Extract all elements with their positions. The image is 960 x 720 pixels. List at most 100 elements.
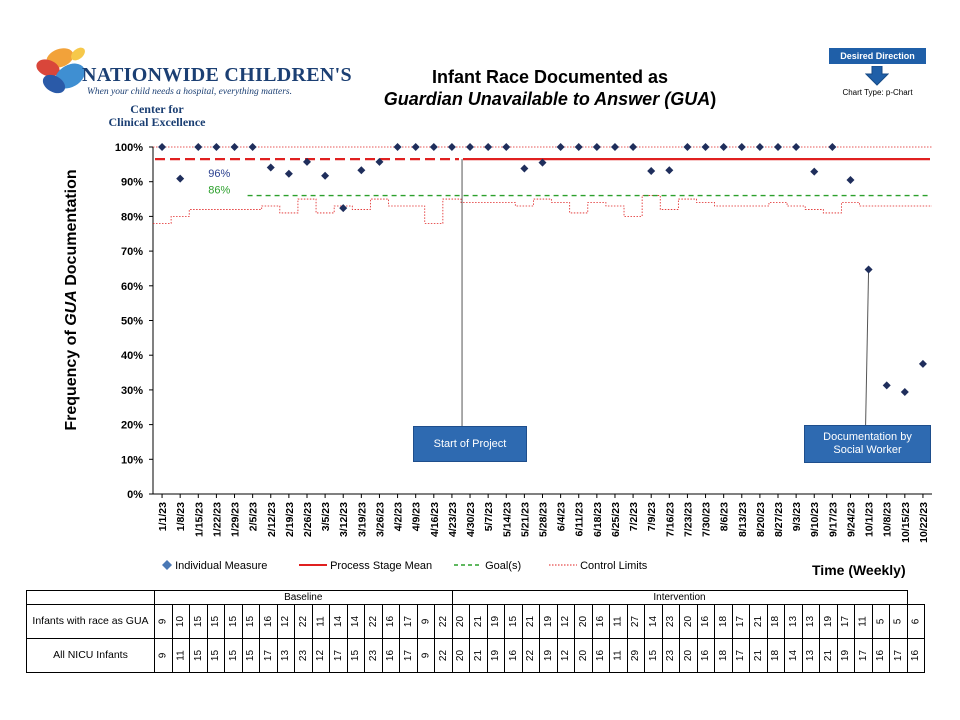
x-tick-label: 2/26/23 xyxy=(302,502,314,537)
x-tick-label: 8/13/23 xyxy=(737,502,749,537)
y-tick-label: 80% xyxy=(121,211,143,223)
numerator-cell-value: 14 xyxy=(350,615,362,628)
dotted-line-icon xyxy=(549,564,577,566)
denominator-cell-value: 23 xyxy=(665,649,677,662)
numerator-cell: 18 xyxy=(714,604,733,639)
denominator-row-label: All NICU Infants xyxy=(26,638,155,673)
denominator-cell-value: 21 xyxy=(472,649,484,662)
denominator-cell-value: 13 xyxy=(805,649,817,662)
denominator-cell-value: 22 xyxy=(525,649,537,662)
numerator-cell: 15 xyxy=(224,604,243,639)
x-tick-label: 9/24/23 xyxy=(845,502,857,537)
x-tick-label: 6/25/23 xyxy=(610,502,622,537)
numerator-cell: 19 xyxy=(486,604,505,639)
individual-measure-point xyxy=(321,171,330,180)
y-tick-label: 60% xyxy=(121,281,143,293)
denominator-cell-value: 15 xyxy=(350,649,362,662)
denominator-cell-value: 15 xyxy=(210,649,222,662)
legend-goal-label: Goal(s) xyxy=(485,560,522,572)
numerator-cell: 17 xyxy=(836,604,855,639)
numerator-cell-value: 15 xyxy=(227,615,239,628)
y-tick-label: 20% xyxy=(121,420,143,432)
x-tick-label: 7/30/23 xyxy=(701,502,713,537)
goal-label: 86% xyxy=(208,185,230,197)
individual-measure-point xyxy=(683,143,692,151)
denominator-cell: 18 xyxy=(766,638,785,673)
individual-measure-point xyxy=(266,163,275,172)
numerator-cell: 16 xyxy=(381,604,400,639)
y-tick-label: 50% xyxy=(121,316,143,328)
denominator-cell-value: 29 xyxy=(630,649,642,662)
x-tick-label: 1/8/23 xyxy=(175,502,187,531)
legend-limits: Control Limits xyxy=(549,560,647,572)
numerator-cell-value: 9 xyxy=(420,618,432,625)
denominator-cell: 13 xyxy=(801,638,820,673)
denominator-cell: 20 xyxy=(679,638,698,673)
numerator-cell: 18 xyxy=(766,604,785,639)
numerator-cell: 22 xyxy=(364,604,383,639)
denominator-cell: 16 xyxy=(871,638,890,673)
denominator-cell-value: 16 xyxy=(700,649,712,662)
denominator-cell-value: 16 xyxy=(875,649,887,662)
x-tick-label: 1/22/23 xyxy=(211,502,223,537)
numerator-cell-value: 15 xyxy=(210,615,222,628)
denominator-cell-value: 11 xyxy=(175,650,187,661)
numerator-cell-value: 16 xyxy=(700,615,712,628)
legend-goal: Goal(s) xyxy=(454,560,521,572)
diamond-icon xyxy=(162,560,172,570)
numerator-cell: 13 xyxy=(784,604,803,639)
individual-measure-point xyxy=(828,143,837,151)
denominator-cell-value: 15 xyxy=(647,649,659,662)
numerator-cell: 21 xyxy=(749,604,768,639)
denominator-cell-value: 18 xyxy=(770,649,782,662)
numerator-cell: 22 xyxy=(294,604,313,639)
x-tick-label: 4/9/23 xyxy=(411,502,423,531)
denominator-cell: 16 xyxy=(504,638,523,673)
denominator-cell-value: 20 xyxy=(455,649,467,662)
individual-measure-point xyxy=(556,143,565,151)
numerator-cell: 9 xyxy=(154,604,173,639)
x-tick-label: 2/12/23 xyxy=(266,502,278,537)
x-tick-label: 3/19/23 xyxy=(356,502,368,537)
social-worker-annotation: Documentation by Social Worker xyxy=(804,425,931,463)
denominator-cell-value: 19 xyxy=(490,649,502,662)
numerator-cell: 16 xyxy=(696,604,715,639)
numerator-cell-value: 22 xyxy=(437,615,449,628)
numerator-cell-value: 6 xyxy=(910,618,922,625)
numerator-cell-value: 21 xyxy=(752,615,764,628)
x-tick-label: 4/16/23 xyxy=(429,502,441,537)
denominator-cell-value: 13 xyxy=(280,649,292,662)
x-tick-label: 6/4/23 xyxy=(556,502,568,531)
denominator-cell: 12 xyxy=(556,638,575,673)
individual-measure-point xyxy=(792,143,801,151)
x-tick-label: 1/29/23 xyxy=(230,502,242,537)
x-tick-label: 5/7/23 xyxy=(483,502,495,531)
numerator-cell-value: 20 xyxy=(577,615,589,628)
numerator-cell-value: 22 xyxy=(367,615,379,628)
denominator-cell: 16 xyxy=(906,638,925,673)
numerator-cell-value: 19 xyxy=(542,615,554,628)
x-tick-label: 7/23/23 xyxy=(682,502,694,537)
x-tick-label: 10/8/23 xyxy=(882,502,894,537)
y-tick-label: 30% xyxy=(121,385,143,397)
numerator-cell: 9 xyxy=(416,604,435,639)
legend-mean: Process Stage Mean xyxy=(299,560,432,572)
numerator-cell: 16 xyxy=(259,604,278,639)
denominator-cell: 20 xyxy=(451,638,470,673)
denominator-cell: 17 xyxy=(259,638,278,673)
denominator-cell: 15 xyxy=(189,638,208,673)
x-tick-label: 3/26/23 xyxy=(374,502,386,537)
x-tick-label: 4/23/23 xyxy=(447,502,459,537)
numerator-cell-value: 13 xyxy=(787,615,799,628)
denominator-cell-value: 16 xyxy=(910,649,922,662)
denominator-cell: 9 xyxy=(154,638,173,673)
numerator-cell: 17 xyxy=(731,604,750,639)
individual-measure-point xyxy=(882,381,891,390)
x-tick-label: 5/28/23 xyxy=(538,502,550,537)
numerator-cell-value: 18 xyxy=(717,615,729,628)
x-tick-label: 2/19/23 xyxy=(284,502,296,537)
numerator-cell-value: 16 xyxy=(385,615,397,628)
x-tick-label: 9/10/23 xyxy=(809,502,821,537)
x-tick-label: 10/22/23 xyxy=(918,502,930,543)
numerator-cell-value: 19 xyxy=(822,615,834,628)
